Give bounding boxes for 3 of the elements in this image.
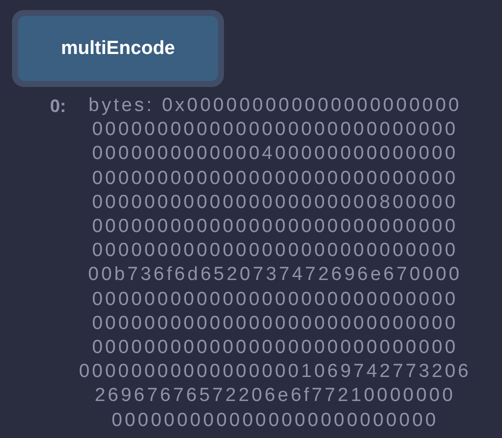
output-value: bytes: 0x000000000000000000000 0000000000000000000000000000 0000000000000400000000000000 0000000000000000000000000000 0000000000000000000000800000 0000000000000000000000000000 0000000000000000000000000000 00b736f6d6520737472696e670000 0000000000000000000000000000 0000000000000000000000000000 0000000000000000000000000000 000000000000000001069742773206 26967676572206e6f77210000000 0000000000000000000000000 bbox=[78, 94, 472, 433]
multi-encode-button[interactable]: multiEncode bbox=[18, 16, 218, 81]
output-index: 0: bbox=[50, 95, 68, 118]
